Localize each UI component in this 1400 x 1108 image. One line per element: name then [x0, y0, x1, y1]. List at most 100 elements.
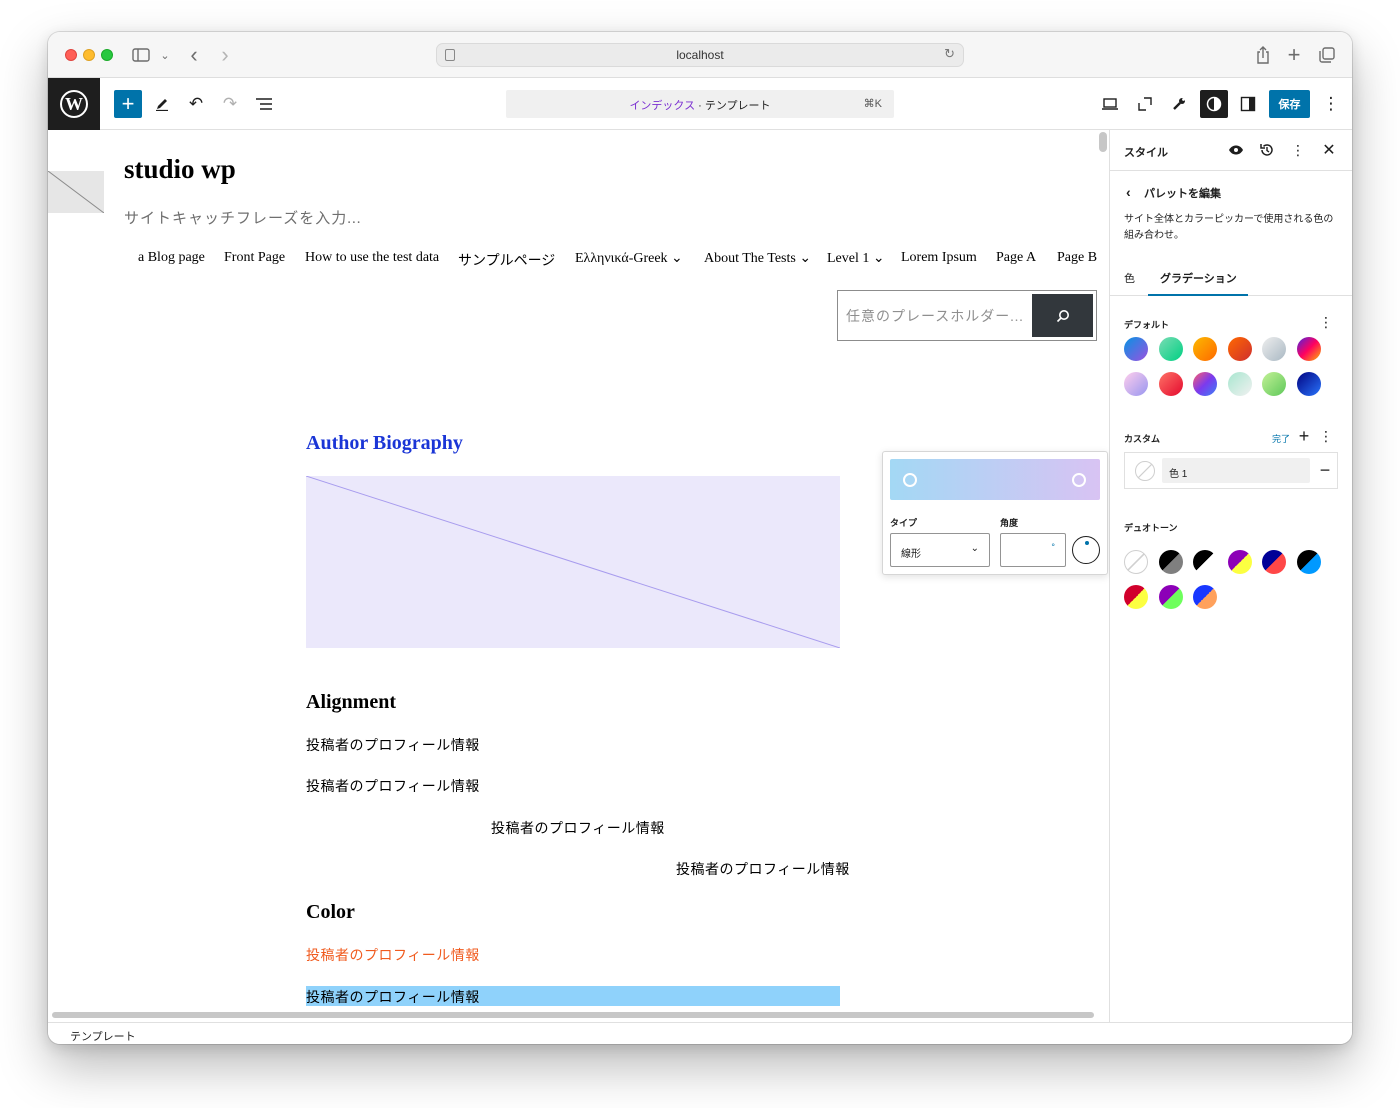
add-block-button[interactable]: + — [114, 90, 142, 118]
editor-canvas[interactable]: studio wp サイトキャッチフレーズを入力... a Blog page … — [48, 130, 1109, 1022]
desktop-preview-icon[interactable] — [1096, 90, 1124, 118]
external-view-icon[interactable] — [1131, 90, 1159, 118]
styles-icon[interactable] — [1200, 90, 1228, 118]
nav-item-page-a[interactable]: Page A — [996, 250, 1036, 266]
image-placeholder[interactable] — [306, 476, 840, 648]
tab-color[interactable]: 色 — [1124, 270, 1135, 286]
duotone-swatch[interactable] — [1193, 585, 1217, 609]
color-heading[interactable]: Color — [306, 901, 355, 924]
gradient-stop-start[interactable] — [903, 473, 917, 487]
search-input[interactable]: 任意のプレースホルダー... — [846, 306, 1024, 326]
redo-icon[interactable]: ↷ — [216, 90, 244, 118]
duotone-swatch[interactable] — [1296, 550, 1321, 574]
wrench-icon[interactable] — [1165, 90, 1193, 118]
duotone-swatch[interactable] — [1193, 550, 1217, 574]
gradient-swatch[interactable] — [1296, 337, 1321, 361]
nav-item-about-tests[interactable]: About The Tests ⌄ — [704, 250, 811, 267]
gradient-type-select[interactable]: 線形 ⌄ — [890, 533, 990, 567]
nav-item-front-page[interactable]: Front Page — [224, 250, 285, 266]
gradient-swatch[interactable] — [1193, 372, 1217, 396]
nav-item-greek[interactable]: Ελληνικά-Greek ⌄ — [575, 250, 683, 267]
nav-item-lorem-ipsum[interactable]: Lorem Ipsum — [901, 250, 977, 266]
gradient-swatch[interactable] — [1262, 372, 1286, 396]
duotone-swatch[interactable] — [1262, 550, 1286, 574]
duotone-swatch[interactable] — [1124, 585, 1148, 609]
sidebar-more-icon[interactable]: ⋮ — [1288, 140, 1308, 160]
revisions-icon[interactable] — [1257, 140, 1277, 160]
close-icon[interactable]: ✕ — [1319, 140, 1339, 160]
gradient-swatch[interactable] — [1262, 337, 1286, 361]
wordpress-logo-icon[interactable]: W — [48, 78, 100, 130]
address-bar-url: localhost — [676, 48, 724, 62]
tab-overview-icon[interactable] — [1316, 43, 1338, 67]
save-button[interactable]: 保存 — [1269, 90, 1310, 118]
paragraph-highlighted[interactable]: 投稿者のプロフィール情報 — [306, 986, 840, 1006]
site-tagline[interactable]: サイトキャッチフレーズを入力... — [124, 207, 362, 228]
add-gradient-icon[interactable]: + — [1294, 426, 1314, 446]
document-bar[interactable]: インデックス · テンプレート ⌘K — [506, 90, 894, 118]
zoom-window-button[interactable] — [101, 49, 113, 61]
duotone-swatch[interactable] — [1158, 585, 1183, 609]
more-options-icon[interactable]: ⋮ — [1317, 90, 1345, 118]
custom-gradient-item[interactable]: 色 1 — [1124, 452, 1338, 489]
alignment-heading[interactable]: Alignment — [306, 691, 396, 714]
duotone-swatch[interactable] — [1227, 550, 1252, 574]
gradient-swatch[interactable] — [1227, 372, 1252, 396]
minimize-window-button[interactable] — [83, 49, 95, 61]
paragraph-left[interactable]: 投稿者のプロフィール情報 — [306, 735, 480, 755]
sidebar-toggle-icon[interactable] — [130, 43, 152, 67]
default-options-icon[interactable]: ⋮ — [1316, 312, 1336, 332]
back-icon[interactable]: ‹ — [184, 42, 204, 67]
site-title[interactable]: studio wp — [124, 154, 236, 185]
custom-gradient-name-input[interactable]: 色 1 — [1162, 458, 1310, 483]
nav-item-sample-page[interactable]: サンプルページ — [458, 250, 555, 270]
horizontal-scrollbar[interactable] — [52, 1012, 1094, 1018]
address-bar[interactable]: localhost ↻ — [436, 43, 964, 67]
author-biography-heading[interactable]: Author Biography — [306, 432, 463, 455]
gradient-swatch[interactable] — [1227, 337, 1252, 361]
custom-gradient-swatch[interactable] — [1135, 461, 1155, 481]
settings-panel-icon[interactable] — [1234, 90, 1262, 118]
reload-icon[interactable]: ↻ — [944, 46, 955, 62]
gradient-swatch[interactable] — [1158, 372, 1183, 396]
gradient-swatch[interactable] — [1124, 372, 1148, 396]
undo-icon[interactable]: ↶ — [182, 90, 210, 118]
vertical-scrollbar[interactable] — [1099, 132, 1107, 152]
search-button[interactable] — [1032, 294, 1093, 337]
paragraph-center[interactable]: 投稿者のプロフィール情報 — [491, 818, 665, 838]
custom-options-icon[interactable]: ⋮ — [1316, 426, 1336, 446]
gradient-swatch[interactable] — [1124, 337, 1148, 361]
share-icon[interactable] — [1253, 43, 1273, 67]
gradient-stop-end[interactable] — [1072, 473, 1086, 487]
tab-gradient[interactable]: グラデーション — [1160, 270, 1237, 286]
paragraph-orange[interactable]: 投稿者のプロフィール情報 — [306, 945, 480, 965]
nav-item-blog[interactable]: a Blog page — [138, 250, 205, 266]
gradient-swatch[interactable] — [1158, 337, 1183, 361]
angle-input[interactable]: ° — [1000, 533, 1066, 567]
edit-palette-back[interactable]: ‹ パレットを編集 — [1126, 184, 1221, 201]
custom-section-label: カスタム — [1124, 434, 1161, 444]
gradient-swatch[interactable] — [1296, 372, 1321, 396]
gradient-swatch[interactable] — [1193, 337, 1217, 361]
duotone-swatch[interactable] — [1158, 550, 1183, 574]
paragraph-right[interactable]: 投稿者のプロフィール情報 — [676, 859, 850, 879]
done-button[interactable]: 完了 — [1272, 432, 1290, 445]
forward-icon[interactable]: › — [215, 42, 235, 67]
active-tab-indicator — [1148, 294, 1248, 296]
pencil-icon[interactable] — [148, 90, 176, 118]
close-window-button[interactable] — [65, 49, 77, 61]
angle-dial[interactable] — [1072, 536, 1100, 564]
new-tab-icon[interactable]: + — [1284, 42, 1304, 67]
remove-gradient-icon[interactable]: − — [1315, 460, 1335, 480]
gradient-bar[interactable] — [890, 459, 1100, 500]
paragraph-default[interactable]: 投稿者のプロフィール情報 — [306, 776, 480, 796]
site-logo-placeholder[interactable] — [48, 171, 104, 213]
list-view-icon[interactable] — [250, 90, 278, 118]
nav-item-test-data[interactable]: How to use the test data — [305, 250, 439, 266]
breadcrumb[interactable]: テンプレート — [70, 1028, 136, 1044]
nav-item-page-b[interactable]: Page B — [1057, 250, 1097, 266]
eye-icon[interactable] — [1226, 140, 1246, 160]
chevron-down-icon[interactable]: ⌄ — [158, 43, 172, 67]
nav-item-level-1[interactable]: Level 1 ⌄ — [827, 250, 885, 267]
duotone-swatch[interactable] — [1124, 550, 1148, 574]
